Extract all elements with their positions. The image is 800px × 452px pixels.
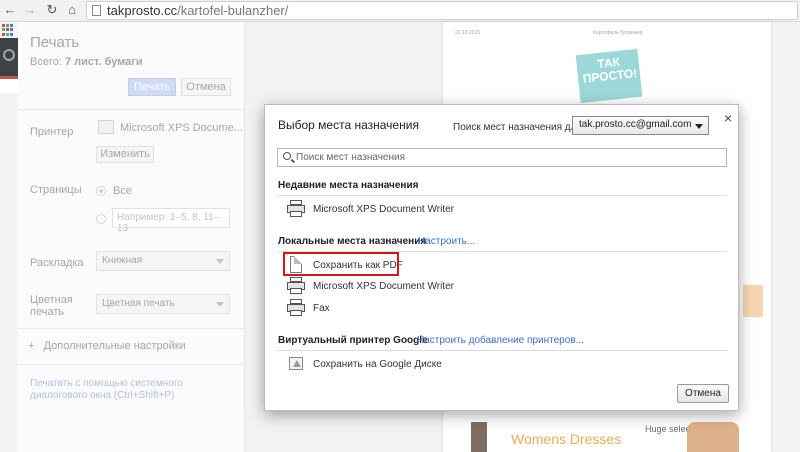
url-text: takprosto.cc/kartofel-bulanzher/	[107, 3, 289, 18]
divider	[277, 350, 727, 351]
reload-icon[interactable]: ↻	[44, 2, 60, 18]
close-icon[interactable]: ×	[724, 111, 734, 125]
local-configure-link[interactable]: Настроить...	[418, 236, 475, 247]
google-section-title: Виртуальный принтер Google	[278, 335, 428, 346]
account-select[interactable]: tak.prosto.cc@gmail.com	[572, 116, 709, 135]
divider	[277, 195, 727, 196]
destination-item[interactable]: Microsoft XPS Document Writer	[287, 200, 587, 220]
destination-item[interactable]: Сохранить на Google Диске	[287, 355, 587, 375]
google-configure-link[interactable]: Настроить добавление принтеров...	[417, 335, 584, 346]
dialog-title: Выбор места назначения	[278, 118, 419, 132]
cancel-button[interactable]: Отмена	[677, 384, 729, 403]
highlight-frame	[283, 252, 399, 276]
address-bar[interactable]: takprosto.cc/kartofel-bulanzher/	[86, 1, 798, 20]
home-icon[interactable]: ⌂	[64, 2, 80, 18]
chevron-down-icon	[695, 124, 703, 129]
recent-section-title: Недавние места назначения	[278, 180, 419, 191]
search-for-label: Поиск мест назначения для	[453, 122, 582, 133]
printer-icon	[287, 299, 305, 317]
printer-icon	[287, 277, 305, 295]
search-input[interactable]	[296, 150, 716, 165]
back-icon[interactable]: ←	[2, 2, 18, 18]
page-icon	[92, 5, 101, 16]
forward-icon[interactable]: →	[22, 2, 38, 18]
local-section-title: Локальные места назначения	[278, 236, 427, 247]
browser-toolbar: ← → ↻ ⌂ takprosto.cc/kartofel-bulanzher/	[0, 0, 800, 22]
search-icon	[283, 152, 291, 160]
drive-icon	[287, 355, 305, 373]
destination-search[interactable]	[277, 148, 727, 167]
destination-item[interactable]: Microsoft XPS Document Writer	[287, 277, 587, 297]
printer-icon	[287, 200, 305, 218]
destination-item[interactable]: Fax	[287, 299, 587, 319]
